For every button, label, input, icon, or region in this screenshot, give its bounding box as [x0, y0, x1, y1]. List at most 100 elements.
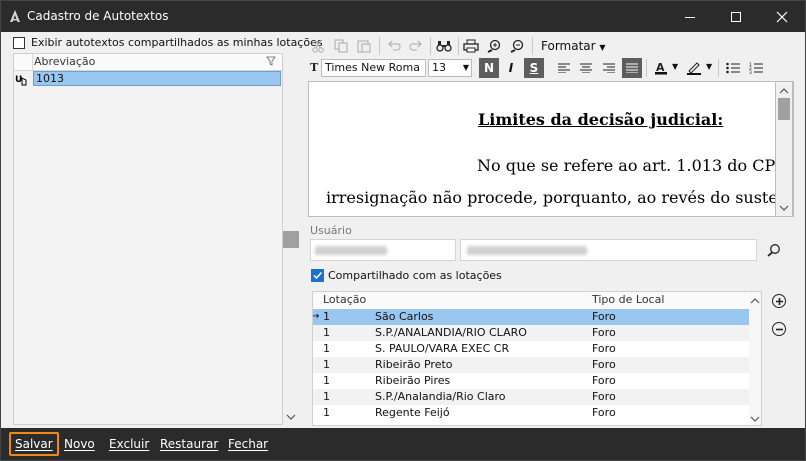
filter-icon[interactable] — [266, 56, 276, 69]
editor-heading: Limites da decisão judicial: — [478, 110, 724, 129]
italic-button[interactable]: I — [501, 58, 521, 78]
new-button[interactable]: Novo — [64, 434, 95, 454]
row-code: 1 — [323, 310, 330, 323]
chevron-down-icon: ▼ — [462, 63, 469, 72]
font-name-value: Times New Roma — [325, 61, 420, 74]
scroll-down-icon[interactable] — [750, 413, 760, 425]
scroll-thumb[interactable] — [778, 98, 790, 120]
row-code: 1 — [323, 358, 330, 371]
scroll-down-icon[interactable] — [286, 411, 296, 424]
editor-scrollbar[interactable] — [775, 81, 793, 217]
rich-text-editor[interactable]: Limites da decisão judicial: No que se r… — [308, 81, 794, 217]
font-size-select[interactable]: 13 ▼ — [428, 59, 472, 77]
autotext-list-panel: Exibir autotextos compartilhados as minh… — [1, 32, 323, 427]
search-icon[interactable] — [767, 243, 781, 260]
row-type: Foro — [592, 310, 616, 323]
chevron-down-icon[interactable]: ▼ — [706, 62, 712, 71]
table-scrollbar[interactable] — [749, 292, 761, 425]
chevron-down-icon[interactable]: ▼ — [672, 62, 678, 71]
restore-button[interactable]: Restaurar — [160, 434, 218, 454]
scroll-thumb[interactable] — [283, 231, 299, 248]
font-size-value: 13 — [432, 61, 446, 74]
shared-label: Compartilhado com as lotações — [328, 269, 502, 282]
align-justify-icon[interactable] — [622, 58, 642, 78]
table-row[interactable]: 1 S.P./ANALANDIA/RIO CLARO Foro — [313, 325, 749, 341]
font-color-icon[interactable]: A — [651, 58, 671, 78]
close-button[interactable]: Fechar — [228, 434, 268, 454]
maximize-icon[interactable] — [713, 1, 759, 32]
left-list-scrollbar[interactable] — [283, 53, 299, 425]
undo-icon[interactable] — [385, 37, 403, 55]
bold-button[interactable]: N — [479, 58, 499, 78]
zoom-in-icon[interactable] — [485, 37, 503, 55]
row-type: Foro — [592, 406, 616, 419]
underline-button[interactable]: S — [524, 58, 544, 78]
scroll-up-icon[interactable] — [779, 85, 789, 98]
minimize-icon[interactable] — [667, 1, 713, 32]
align-center-icon[interactable] — [576, 58, 596, 78]
scroll-up-icon[interactable] — [750, 295, 760, 308]
cut-icon[interactable] — [309, 37, 327, 55]
app-logo-icon — [8, 9, 22, 23]
table-row[interactable]: → 1 São Carlos Foro — [313, 309, 749, 325]
row-name: S.P./ANALANDIA/RIO CLARO — [375, 326, 527, 339]
autotext-window: Cadastro de Autotextos Exibir autotextos… — [0, 0, 806, 461]
redo-icon[interactable] — [407, 37, 425, 55]
lotacoes-table: Lotação Tipo de Local → 1 São Carlos For… — [312, 291, 762, 426]
column-header-tipo-local[interactable]: Tipo de Local — [592, 293, 664, 306]
row-type: Foro — [592, 342, 616, 355]
table-row[interactable]: 1 S.P./Analandia/Rio Claro Foro — [313, 389, 749, 405]
highlight-icon[interactable] — [684, 58, 704, 78]
editor-line-2: irresignação não procede, porquanto, ao … — [326, 188, 794, 207]
column-header-lotacao[interactable]: Lotação — [323, 293, 366, 306]
numbered-list-icon[interactable]: 123 — [746, 58, 766, 78]
font-name-select[interactable]: Times New Roma — [321, 59, 426, 77]
user-name-field[interactable] — [460, 239, 757, 261]
window-title: Cadastro de Autotextos — [27, 9, 169, 23]
user-label: Usuário — [310, 224, 352, 237]
row-code: 1 — [323, 406, 330, 419]
row-name: S.P./Analandia/Rio Claro — [375, 390, 506, 403]
redacted-text — [315, 246, 387, 255]
row-name: S. PAULO/VARA EXEC CR — [375, 342, 510, 355]
show-shared-checkbox[interactable] — [13, 37, 25, 49]
remove-lotacao-icon[interactable] — [772, 322, 786, 336]
row-name: Ribeirão Pires — [375, 374, 451, 387]
align-left-icon[interactable] — [554, 58, 574, 78]
paste-icon[interactable] — [355, 37, 373, 55]
row-code: 1 — [323, 342, 330, 355]
autotext-row[interactable]: 1013 — [33, 71, 281, 86]
align-right-icon[interactable] — [599, 58, 619, 78]
add-lotacao-icon[interactable] — [772, 294, 786, 308]
format-menu[interactable]: Formatar ▼ — [541, 39, 606, 53]
redacted-text — [467, 246, 587, 255]
save-button[interactable]: Salvar — [9, 432, 59, 456]
table-row[interactable]: 1 Ribeirão Preto Foro — [313, 357, 749, 373]
chevron-down-icon: ▼ — [599, 43, 606, 52]
user-id-field[interactable] — [310, 239, 456, 261]
find-binoculars-icon[interactable] — [435, 37, 453, 55]
format-menu-label: Formatar — [541, 39, 596, 53]
table-row[interactable]: 1 Regente Feijó Foro — [313, 405, 749, 421]
column-header-abbreviation[interactable]: Abreviação — [34, 55, 95, 68]
scroll-down-icon[interactable] — [779, 202, 789, 215]
row-code: 1 — [323, 390, 330, 403]
table-row[interactable]: 1 Ribeirão Pires Foro — [313, 373, 749, 389]
autotext-grid: Abreviação U 1013 — [13, 53, 283, 425]
row-type: Foro — [592, 374, 616, 387]
delete-button[interactable]: Excluir — [109, 434, 149, 454]
edit-row-indicator-icon: U — [15, 72, 31, 86]
zoom-out-icon[interactable] — [508, 37, 526, 55]
svg-text:T: T — [310, 61, 319, 73]
table-row[interactable]: 1 S. PAULO/VARA EXEC CR Foro — [313, 341, 749, 357]
grid-indicator-header — [14, 54, 33, 70]
shared-checkbox[interactable] — [311, 269, 324, 282]
print-icon[interactable] — [462, 37, 480, 55]
title-bar: Cadastro de Autotextos — [1, 1, 805, 32]
close-icon[interactable] — [759, 1, 805, 32]
copy-icon[interactable] — [332, 37, 350, 55]
row-name: São Carlos — [375, 310, 434, 323]
row-name: Ribeirão Preto — [375, 358, 453, 371]
grid-header: Abreviação — [14, 54, 282, 71]
bullet-list-icon[interactable] — [723, 58, 743, 78]
